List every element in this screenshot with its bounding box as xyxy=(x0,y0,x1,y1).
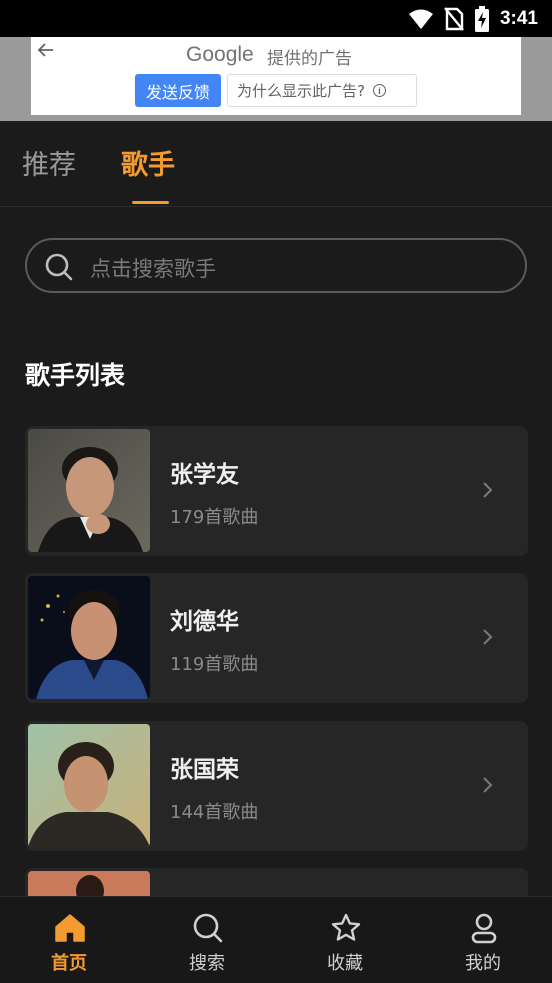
singer-song-count: 119首歌曲 xyxy=(170,654,259,675)
singer-photo xyxy=(28,429,150,552)
search-placeholder: 点击搜索歌手 xyxy=(90,257,216,281)
battery-charging-icon xyxy=(474,6,489,32)
info-icon: i xyxy=(372,84,386,97)
why-this-ad-button[interactable]: 为什么显示此广告? i xyxy=(227,74,417,107)
nav-home[interactable]: 首页 xyxy=(0,897,138,983)
back-arrow-icon[interactable] xyxy=(37,41,55,59)
nav-mine-label: 我的 xyxy=(465,953,501,974)
user-icon xyxy=(471,913,497,944)
singer-photo xyxy=(28,724,150,847)
status-bar: 3:41 xyxy=(0,0,552,37)
tab-singer[interactable]: 歌手 xyxy=(121,143,175,182)
star-icon xyxy=(331,913,361,941)
send-feedback-button[interactable]: 发送反馈 xyxy=(135,74,221,107)
singer-card[interactable]: 张国荣 144首歌曲 xyxy=(25,721,528,851)
singer-name: 刘德华 xyxy=(170,609,239,635)
singer-card[interactable]: 刘德华 119首歌曲 xyxy=(25,573,528,703)
singer-song-count: 144首歌曲 xyxy=(170,802,259,823)
singer-card[interactable]: 张学友 179首歌曲 xyxy=(25,426,528,556)
singer-name: 张学友 xyxy=(170,462,239,488)
status-time: 3:41 xyxy=(499,8,538,29)
singer-photo xyxy=(28,576,150,699)
search-icon xyxy=(45,253,73,281)
ad-banner: Google 提供的广告 发送反馈 为什么显示此广告? i xyxy=(0,37,552,121)
why-this-ad-label: 为什么显示此广告? xyxy=(237,82,365,100)
section-title: 歌手列表 xyxy=(25,361,126,390)
chevron-right-icon xyxy=(483,482,493,498)
nav-mine[interactable]: 我的 xyxy=(414,897,552,983)
status-icons: 3:41 xyxy=(408,6,538,32)
tab-recommend[interactable]: 推荐 xyxy=(22,143,76,182)
bottom-nav: 首页 搜索 收藏 我的 xyxy=(0,896,552,983)
home-icon xyxy=(55,914,85,942)
ad-caption: 提供的广告 xyxy=(267,49,352,69)
nav-favorites[interactable]: 收藏 xyxy=(276,897,414,983)
singer-name: 张国荣 xyxy=(170,757,239,783)
wifi-icon xyxy=(408,9,433,29)
nav-search-label: 搜索 xyxy=(189,953,225,974)
chevron-right-icon xyxy=(483,777,493,793)
ad-card: Google 提供的广告 发送反馈 为什么显示此广告? i xyxy=(31,37,521,115)
search-icon xyxy=(193,913,223,943)
singer-search-input[interactable]: 点击搜索歌手 xyxy=(25,238,527,293)
nav-search[interactable]: 搜索 xyxy=(138,897,276,983)
active-tab-indicator xyxy=(132,201,169,204)
nav-home-label: 首页 xyxy=(51,953,87,974)
nav-favorites-label: 收藏 xyxy=(327,953,363,974)
ad-google-logo: Google xyxy=(186,43,254,66)
chevron-right-icon xyxy=(483,629,493,645)
singer-song-count: 179首歌曲 xyxy=(170,507,259,528)
no-sim-icon xyxy=(444,7,464,31)
top-tabs: 推荐 歌手 xyxy=(0,121,552,207)
